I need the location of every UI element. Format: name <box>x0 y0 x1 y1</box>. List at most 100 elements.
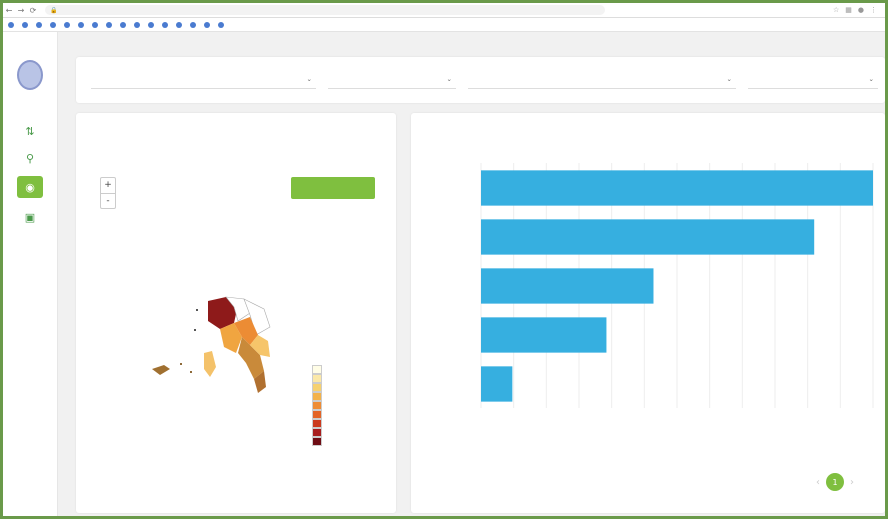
legend-item <box>312 419 326 428</box>
lock-icon: 🔒 <box>50 6 58 14</box>
chevron-down-icon: ⌄ <box>726 74 732 83</box>
sidebar: ⇅ ⚲ ◉ ▣ <box>3 32 58 516</box>
legend-item <box>312 437 326 446</box>
bookmark-item[interactable] <box>22 21 30 28</box>
map-action-button[interactable] <box>291 177 375 199</box>
filter-bar: ⌄ ⌄ ⌄ ⌄ <box>76 57 885 103</box>
legend-item <box>312 383 326 392</box>
filter-group-2: ⌄ <box>328 65 456 89</box>
bookmark-item[interactable] <box>78 21 86 28</box>
map-region <box>204 351 216 377</box>
map-region <box>190 371 192 373</box>
current-page-button[interactable]: 1 <box>826 473 844 491</box>
bookmark-icon <box>176 21 182 28</box>
legend-swatch <box>312 410 322 419</box>
bookmark-item[interactable] <box>190 21 198 28</box>
bookmark-item[interactable] <box>134 21 142 28</box>
bookmark-icon <box>190 21 196 28</box>
legend-swatch <box>312 428 322 437</box>
legend-swatch <box>312 437 322 446</box>
extension-icon[interactable]: ▦ <box>845 6 852 14</box>
location-icon[interactable]: ⚲ <box>17 147 43 169</box>
map-legend <box>312 365 326 446</box>
filter-select-3[interactable]: ⌄ <box>468 69 736 89</box>
chevron-down-icon: ⌄ <box>306 74 312 83</box>
choropleth-map[interactable] <box>146 293 286 403</box>
legend-swatch <box>312 383 322 392</box>
legend-swatch <box>312 401 322 410</box>
menu-icon[interactable]: ⋮ <box>870 6 877 14</box>
filter-group-4: ⌄ <box>748 65 878 89</box>
bookmark-item[interactable] <box>218 21 226 28</box>
bookmark-icon <box>204 21 210 28</box>
chevron-down-icon: ⌄ <box>446 74 452 83</box>
map-region <box>194 329 196 331</box>
bookmark-item[interactable] <box>36 21 44 28</box>
profile-icon[interactable]: ● <box>858 6 864 14</box>
bookmark-icon <box>92 21 98 28</box>
bookmark-icon <box>64 21 70 28</box>
filter-select-4[interactable]: ⌄ <box>748 69 878 89</box>
bookmark-item[interactable] <box>162 21 170 28</box>
zoom-out-button[interactable]: - <box>101 193 115 208</box>
bookmark-item[interactable] <box>204 21 212 28</box>
bookmarks-bar <box>3 18 885 32</box>
chart-card: ‹ 1 › <box>411 113 885 513</box>
chevron-down-icon: ⌄ <box>868 74 874 83</box>
legend-item <box>312 401 326 410</box>
bookmark-item[interactable] <box>92 21 100 28</box>
bar[interactable] <box>481 170 873 206</box>
pagination: ‹ 1 › <box>816 473 854 491</box>
bookmark-icon <box>8 21 14 28</box>
bar-chart <box>480 163 874 408</box>
browser-toolbar: ← → ⟳ 🔒 ☆ ▦ ● ⋮ <box>3 3 885 18</box>
bookmark-icon <box>162 21 168 28</box>
app-window: ← → ⟳ 🔒 ☆ ▦ ● ⋮ ⇅ ⚲ ◉ ▣ ⌄ ⌄ ⌄ ⌄ + - ‹ 1 … <box>3 3 885 516</box>
next-page-button[interactable]: › <box>850 477 854 488</box>
bookmark-item[interactable] <box>106 21 114 28</box>
bar[interactable] <box>481 317 607 353</box>
back-icon[interactable]: ← <box>3 6 15 15</box>
prev-page-button[interactable]: ‹ <box>816 477 820 488</box>
filter-group-3: ⌄ <box>468 65 736 89</box>
filter-select-2[interactable]: ⌄ <box>328 69 456 89</box>
bar[interactable] <box>481 366 513 402</box>
bookmark-item[interactable] <box>8 21 16 28</box>
legend-item <box>312 428 326 437</box>
bookmark-icon <box>106 21 112 28</box>
legend-item <box>312 410 326 419</box>
map-region <box>180 363 182 365</box>
bookmark-icon <box>22 21 28 28</box>
bookmark-icon <box>50 21 56 28</box>
bookmark-item[interactable] <box>176 21 184 28</box>
bookmark-item[interactable] <box>148 21 156 28</box>
legend-item <box>312 365 326 374</box>
video-icon[interactable]: ▣ <box>17 206 43 228</box>
legend-swatch <box>312 392 322 401</box>
bookmark-item[interactable] <box>64 21 72 28</box>
legend-item <box>312 374 326 383</box>
legend-swatch <box>312 374 322 383</box>
bar[interactable] <box>481 268 654 304</box>
zoom-in-button[interactable]: + <box>101 178 115 193</box>
legend-swatch <box>312 365 322 374</box>
map-region <box>196 309 198 311</box>
filter-select-1[interactable]: ⌄ <box>91 69 316 89</box>
bookmark-item[interactable] <box>50 21 58 28</box>
bookmark-item[interactable] <box>120 21 128 28</box>
eye-icon[interactable]: ◉ <box>17 176 43 198</box>
star-icon[interactable]: ☆ <box>833 6 839 14</box>
reload-icon[interactable]: ⟳ <box>27 6 39 15</box>
bookmark-icon <box>148 21 154 28</box>
address-bar[interactable]: 🔒 <box>45 5 605 15</box>
map-card: + - <box>76 113 396 513</box>
chart-icon[interactable]: ⇅ <box>17 120 43 142</box>
zoom-control: + - <box>100 177 116 209</box>
bookmark-icon <box>120 21 126 28</box>
bar[interactable] <box>481 219 815 255</box>
bookmark-icon <box>134 21 140 28</box>
forward-icon[interactable]: → <box>15 6 27 15</box>
map-region <box>152 365 170 375</box>
legend-item <box>312 392 326 401</box>
legend-swatch <box>312 419 322 428</box>
